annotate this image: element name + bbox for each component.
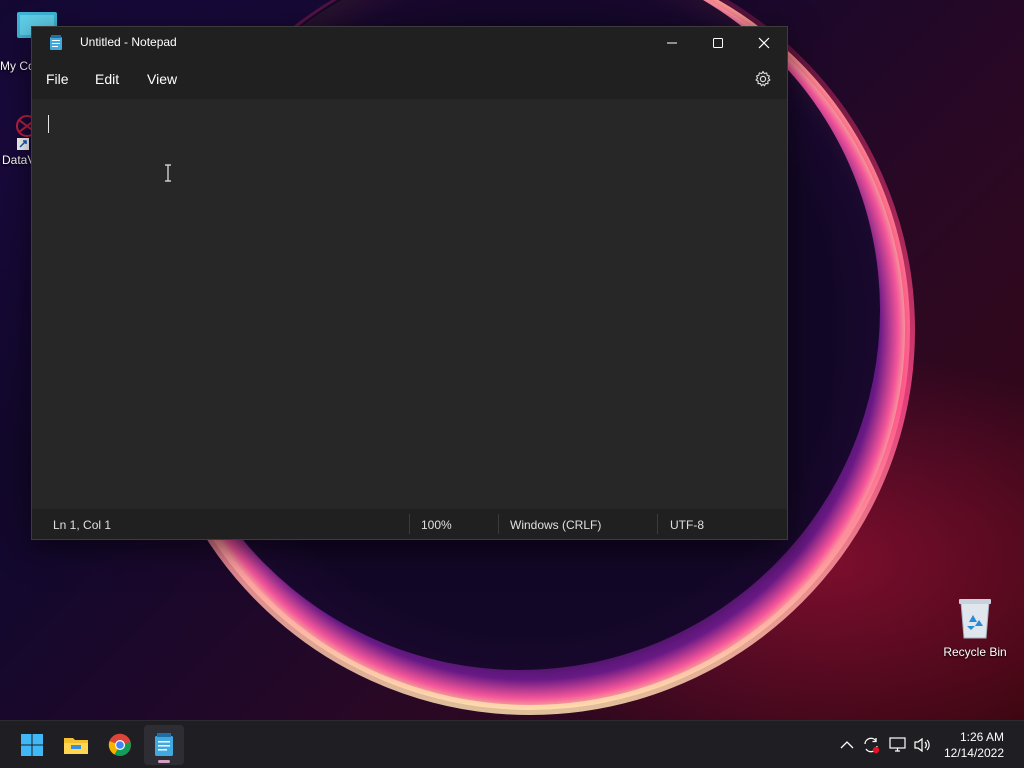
window-title: Untitled - Notepad (80, 35, 177, 49)
menu-bar: File Edit View (32, 59, 787, 99)
close-button[interactable] (741, 27, 787, 59)
chrome-icon (108, 733, 131, 756)
sync-status-button[interactable] (861, 735, 881, 755)
chevron-up-icon (840, 741, 854, 749)
clock-button[interactable]: 1:26 AM 12/14/2022 (944, 729, 1004, 761)
status-cursor-position: Ln 1, Col 1 (53, 518, 112, 532)
status-divider (409, 514, 410, 534)
file-explorer-button[interactable] (56, 725, 96, 765)
notepad-icon (50, 35, 62, 50)
windows-start-icon (21, 734, 43, 756)
minimize-button[interactable] (649, 27, 695, 59)
status-zoom: 100% (421, 518, 452, 532)
start-button[interactable] (12, 725, 52, 765)
file-explorer-icon (64, 738, 88, 754)
clock-date: 12/14/2022 (943, 746, 1004, 760)
chrome-button[interactable] (100, 725, 140, 765)
maximize-icon (713, 38, 723, 48)
network-icon (889, 737, 906, 752)
network-button[interactable] (888, 735, 908, 755)
clock-time: 1:26 AM (959, 730, 1004, 744)
settings-button[interactable] (753, 69, 773, 89)
title-bar[interactable]: Untitled - Notepad (32, 27, 787, 59)
ibeam-cursor-icon (165, 164, 171, 182)
maximize-button[interactable] (695, 27, 741, 59)
menu-edit[interactable]: Edit (95, 71, 119, 87)
taskbar: 1:26 AM 12/14/2022 (0, 720, 1024, 768)
active-app-indicator (158, 760, 170, 763)
status-divider (657, 514, 658, 534)
notepad-taskbar-button[interactable] (144, 725, 184, 765)
speaker-icon (914, 737, 930, 753)
desktop-icon-recycle-bin[interactable]: Recycle Bin (940, 596, 1010, 659)
text-editor-area[interactable] (32, 99, 787, 507)
show-hidden-icons-button[interactable] (837, 735, 857, 755)
notepad-window[interactable]: Untitled - Notepad File Edit View Ln 1, … (31, 26, 788, 540)
text-caret (48, 115, 49, 133)
volume-button[interactable] (913, 735, 933, 755)
status-bar: Ln 1, Col 1 100% Windows (CRLF) UTF-8 (32, 509, 787, 539)
status-divider (498, 514, 499, 534)
recycle-bin-icon (959, 599, 991, 639)
gear-icon (755, 70, 771, 87)
status-encoding: UTF-8 (670, 518, 704, 532)
desktop-icon-label: Recycle Bin (943, 645, 1007, 659)
sync-icon (864, 737, 880, 754)
minimize-icon (667, 42, 677, 44)
menu-file[interactable]: File (46, 71, 69, 87)
notepad-icon (155, 733, 173, 756)
close-icon (758, 37, 770, 49)
status-line-ending: Windows (CRLF) (510, 518, 602, 532)
menu-view[interactable]: View (147, 71, 177, 87)
